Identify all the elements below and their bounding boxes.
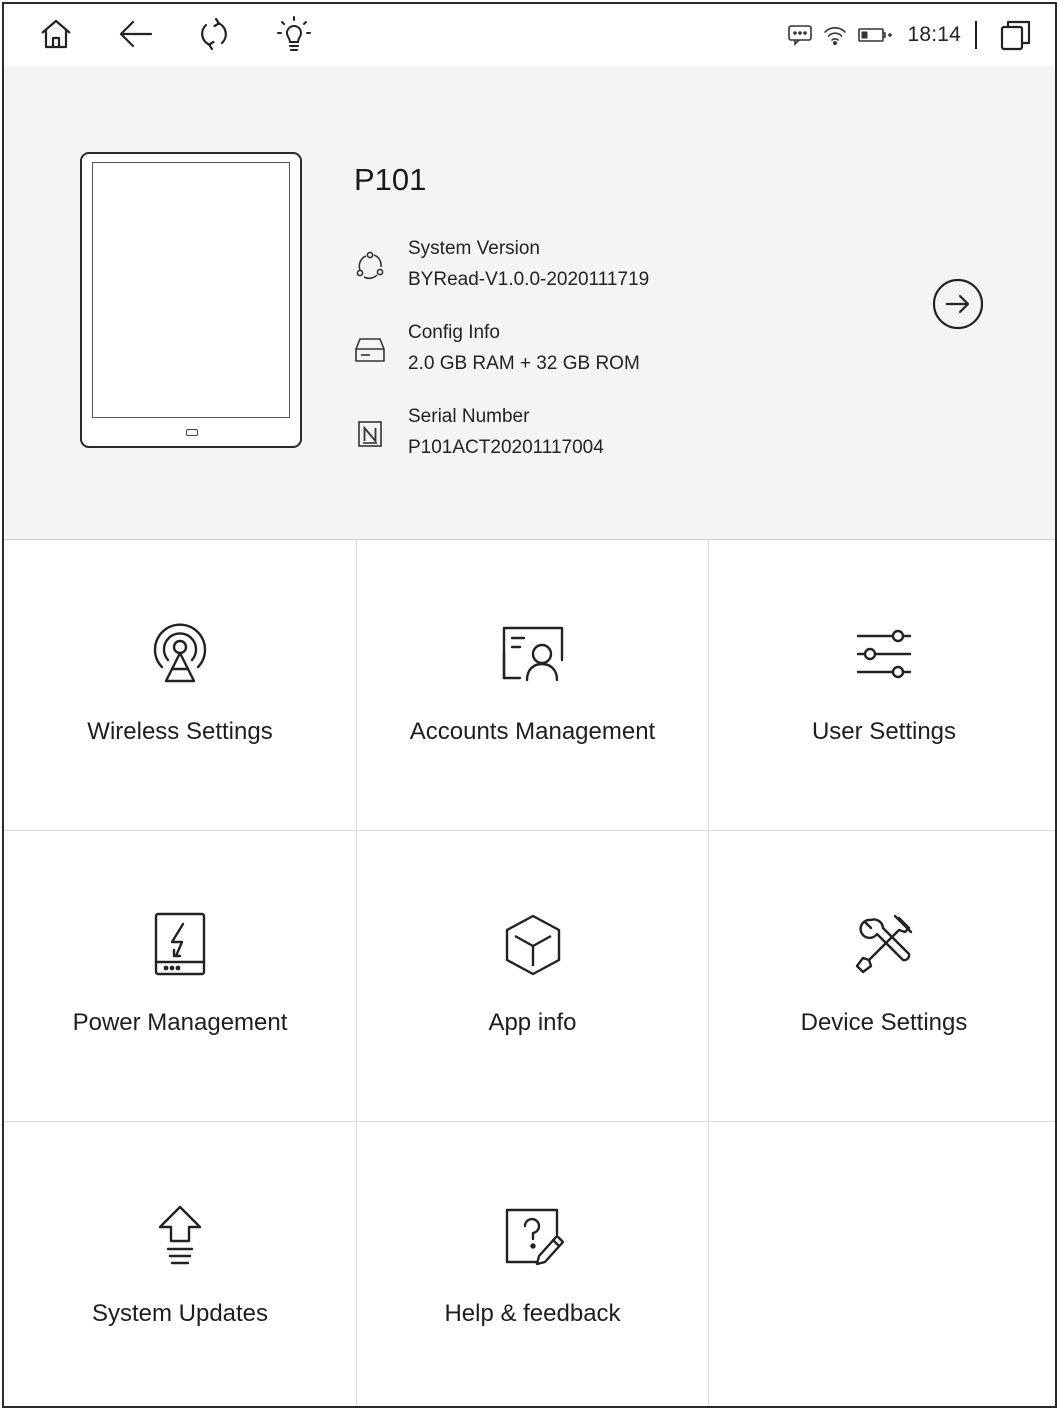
app-cube-icon [497,909,569,981]
app-info-tile[interactable]: App info [357,831,708,1121]
device-model-name: P101 [354,162,427,197]
config-info-label: Config Info [408,322,500,343]
sliders-icon [848,618,920,690]
serial-number-icon [350,414,390,454]
config-storage-icon [350,330,390,370]
system-updates-label: System Updates [91,1300,269,1327]
message-icon [787,24,813,46]
account-card-icon [497,618,569,690]
serial-number-value: P101ACT20201117004 [408,437,604,458]
accounts-management-tile[interactable]: Accounts Management [357,540,708,830]
settings-screen: 18:14 P101 System Version BYRead-V1.0.0-… [2,2,1057,1408]
recent-apps-icon[interactable] [999,18,1033,52]
arrow-right-circle-icon[interactable] [932,278,984,330]
status-indicators: 18:14 [787,4,1033,66]
power-battery-icon [144,909,216,981]
app-info-label: App info [488,1009,577,1036]
device-illustration [80,152,302,448]
device-illustration-button [186,429,198,436]
wireless-settings-label: Wireless Settings [87,718,273,745]
status-time: 18:14 [907,23,961,46]
wifi-icon [823,25,847,45]
tools-icon [848,909,920,981]
device-settings-tile[interactable]: Device Settings [709,831,1055,1121]
power-management-tile[interactable]: Power Management [4,831,356,1121]
frontlight-bulb-icon[interactable] [274,14,314,54]
help-feedback-tile[interactable]: Help & feedback [357,1122,708,1406]
back-arrow-icon[interactable] [116,14,156,54]
accounts-management-label: Accounts Management [409,718,656,745]
device-illustration-screen [92,162,290,418]
system-updates-tile[interactable]: System Updates [4,1122,356,1406]
update-arrow-icon [144,1200,216,1272]
user-settings-tile[interactable]: User Settings [709,540,1055,830]
refresh-icon[interactable] [194,14,234,54]
wireless-antenna-icon [144,618,216,690]
battery-charging-icon [857,26,893,44]
home-icon[interactable] [36,14,76,54]
help-feedback-icon [497,1200,569,1272]
user-settings-label: User Settings [811,718,957,745]
system-version-icon [350,246,390,286]
system-version-label: System Version [408,238,540,259]
wireless-settings-tile[interactable]: Wireless Settings [4,540,356,830]
serial-number-label: Serial Number [408,406,530,427]
empty-tile [709,1122,1055,1406]
config-info-value: 2.0 GB RAM + 32 GB ROM [408,353,640,374]
settings-grid: Wireless Settings Accounts Management Us… [4,540,1055,1406]
power-management-label: Power Management [72,1009,288,1036]
status-divider [975,21,977,49]
help-feedback-label: Help & feedback [444,1300,621,1327]
system-version-value: BYRead-V1.0.0-2020111719 [408,269,650,290]
status-bar: 18:14 [4,4,1055,66]
device-info-panel: P101 System Version BYRead-V1.0.0-202011… [4,66,1055,540]
device-settings-label: Device Settings [800,1009,968,1036]
